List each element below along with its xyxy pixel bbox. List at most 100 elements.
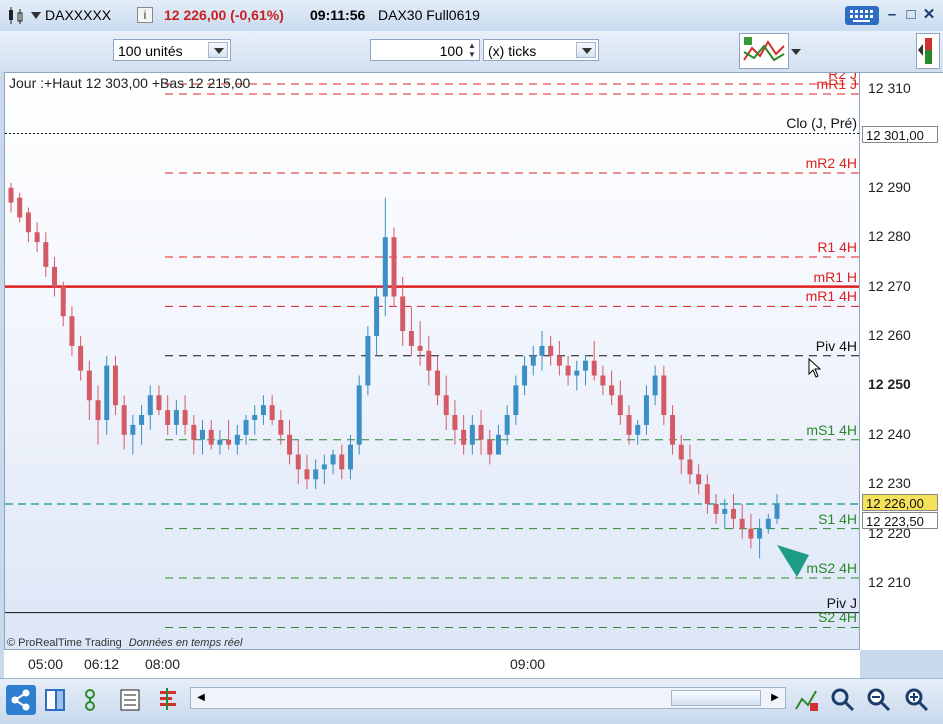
x-tick: 09:00 <box>510 656 546 672</box>
candle-body <box>374 296 380 336</box>
price-chart[interactable]: Jour :+Haut 12 303,00 +Bas 12 215,00 R2 … <box>4 72 860 650</box>
y-tick: 12 210 <box>868 574 911 590</box>
candle-body <box>643 395 649 425</box>
share-icon[interactable] <box>6 685 36 715</box>
ticks-stepper[interactable]: 100 ▲ ▼ <box>370 39 480 61</box>
candle-body <box>774 503 780 519</box>
horizontal-scrollbar[interactable]: ◀ ▶ <box>190 687 786 709</box>
candle-body <box>191 424 197 440</box>
indicator-icon[interactable] <box>80 685 110 715</box>
candle-body <box>583 360 588 371</box>
level-label: mR1 J <box>816 75 857 92</box>
candle-body <box>539 345 545 356</box>
candle-body <box>339 454 345 470</box>
scroll-left-button[interactable]: ◀ <box>193 690 209 706</box>
contract-name: DAX30 Full0619 <box>378 7 480 23</box>
candle-body <box>347 444 353 470</box>
chevron-down-icon[interactable] <box>208 42 228 58</box>
candle-body <box>295 454 301 470</box>
strategy-dropdown-icon[interactable] <box>791 49 801 55</box>
candle-body <box>182 410 188 425</box>
candle-body <box>513 385 519 416</box>
maximize-button[interactable]: □ <box>903 7 919 22</box>
candle-body <box>696 474 702 485</box>
candle-body <box>356 385 362 445</box>
info-icon[interactable]: i <box>137 7 153 23</box>
candle-body <box>461 429 467 445</box>
candle-body <box>382 237 388 297</box>
level-label: R1 4H <box>817 238 857 255</box>
candle-body <box>330 454 336 465</box>
candle-body <box>304 469 310 480</box>
y-tick: 12 310 <box>868 80 911 96</box>
candle-body <box>713 503 719 514</box>
candle-body <box>208 429 214 445</box>
candle-body <box>173 410 179 425</box>
candle-body <box>591 360 597 376</box>
candle-body <box>687 459 693 475</box>
y-tick: 12 270 <box>868 277 911 294</box>
bars-icon[interactable] <box>154 685 184 715</box>
candle-body <box>121 405 127 435</box>
candlestick-chart[interactable] <box>5 73 860 650</box>
ticks-unit: (x) ticks <box>488 43 537 59</box>
level-label: Clo (J, Pré) <box>786 115 857 132</box>
stepper-arrows-icon[interactable]: ▲ ▼ <box>466 41 478 59</box>
candle-body <box>730 508 736 519</box>
instrument-name[interactable]: DAXXXXX <box>45 7 111 23</box>
scroll-thumb[interactable] <box>671 690 761 706</box>
candle-body <box>243 419 249 435</box>
y-tick: 12 260 <box>868 327 911 343</box>
units-select[interactable]: 100 unités <box>113 39 231 61</box>
candle-body <box>652 375 658 396</box>
strategy-button[interactable] <box>739 33 789 69</box>
candle-body <box>556 355 562 366</box>
candle-body <box>417 345 423 351</box>
instrument-dropdown-icon[interactable] <box>31 12 41 19</box>
drawing-tools-icon[interactable] <box>792 685 822 715</box>
candle-body <box>443 395 449 416</box>
keyboard-icon[interactable] <box>845 6 879 25</box>
candle-body <box>95 400 101 420</box>
candle-body <box>147 395 153 416</box>
realtime-text: Données en temps réel <box>128 637 243 649</box>
chevron-down-icon[interactable] <box>576 42 596 58</box>
candle-body <box>504 415 510 435</box>
candle-body <box>156 395 162 411</box>
zoom-area-icon[interactable] <box>828 685 858 715</box>
candle-body <box>321 464 327 470</box>
cursor-price-box: 12 223,50 <box>862 512 938 529</box>
level-label: mS1 4H <box>806 421 857 438</box>
zoom-out-icon[interactable] <box>864 685 894 715</box>
candle-body <box>104 365 110 420</box>
candle-body <box>43 242 49 267</box>
y-tick: 12 250 <box>868 376 911 393</box>
candle-body <box>548 345 554 356</box>
candle-body <box>130 424 136 435</box>
layout-icon[interactable] <box>42 685 72 715</box>
scroll-right-button[interactable]: ▶ <box>767 690 783 706</box>
close-button[interactable]: ✕ <box>921 7 937 22</box>
mouse-cursor-icon <box>808 357 822 383</box>
price-change: 12 226,00 (-0,61%) <box>164 7 284 23</box>
ticks-unit-select[interactable]: (x) ticks <box>483 39 599 61</box>
bottom-toolbar: ◀ ▶ <box>0 678 943 721</box>
candle-body <box>757 528 763 539</box>
side-panel-toggle[interactable] <box>916 33 940 69</box>
price-axis[interactable]: 12 310 12 290 12 280 12 270 12 260 12 250 12 2… <box>860 72 943 650</box>
units-value: 100 unités <box>118 43 183 59</box>
candle-body <box>530 355 536 366</box>
candle-body <box>17 197 23 218</box>
copyright-label: © ProRealTime Trading Données en temps r… <box>7 637 242 649</box>
candle-body <box>25 212 31 233</box>
candle-body <box>8 187 14 203</box>
candle-body <box>165 410 171 425</box>
zoom-in-icon[interactable] <box>902 685 932 715</box>
list-icon[interactable] <box>116 685 146 715</box>
candle-body <box>469 424 475 445</box>
time-axis[interactable]: 05:00 06:12 08:00 09:00 <box>4 650 860 678</box>
day-high-low-info: Jour :+Haut 12 303,00 +Bas 12 215,00 <box>9 75 251 91</box>
candle-body <box>765 518 771 529</box>
x-tick: 06:12 <box>84 656 120 672</box>
minimize-button[interactable]: – <box>884 7 900 22</box>
